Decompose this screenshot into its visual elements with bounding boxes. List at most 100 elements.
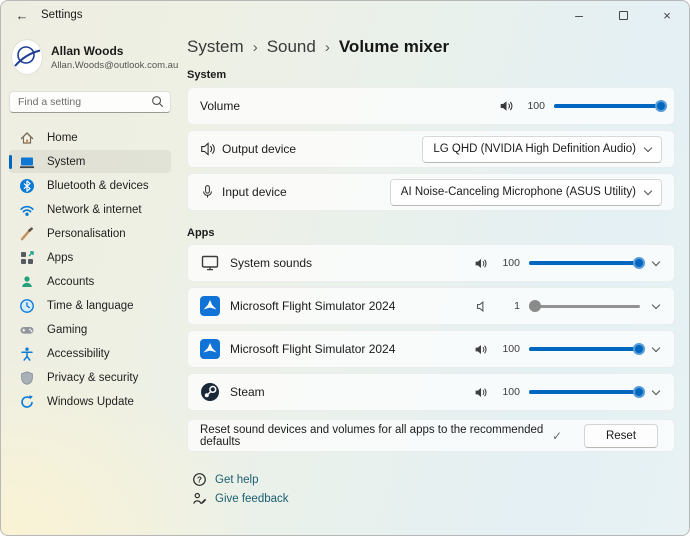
sidebar-item[interactable]: Network & internet <box>9 198 171 221</box>
maximize-button[interactable] <box>601 1 645 29</box>
breadcrumb-sound[interactable]: Sound <box>267 37 316 57</box>
app-mute-toggle[interactable] <box>470 386 492 399</box>
expand-chevron-icon[interactable] <box>652 386 660 394</box>
sidebar-item-label: Windows Update <box>47 396 134 408</box>
sidebar-item[interactable]: Accounts <box>9 270 171 293</box>
reset-row: Reset sound devices and volumes for all … <box>187 419 675 452</box>
app-name: Microsoft Flight Simulator 2024 <box>230 299 470 313</box>
brush-icon <box>19 226 35 242</box>
footer-link[interactable]: Give feedback <box>191 489 675 508</box>
sidebar-item-label: Time & language <box>47 300 134 312</box>
slider-fill <box>554 104 662 108</box>
search-input[interactable] <box>9 91 171 113</box>
gamepad-icon <box>19 322 35 338</box>
apps-list: System sounds 100 <box>187 244 675 411</box>
sidebar-item[interactable]: Gaming <box>9 318 171 341</box>
sidebar-item[interactable]: System <box>9 150 171 173</box>
app-mute-toggle[interactable] <box>470 343 492 356</box>
settings-window: ← Settings – × Allan Woods Allan.Woods@o… <box>0 0 690 536</box>
slider-thumb[interactable] <box>633 257 645 269</box>
sidebar-item-label: Privacy & security <box>47 372 138 384</box>
volume-label: Volume <box>200 99 495 113</box>
sidebar-item[interactable]: Bluetooth & devices <box>9 174 171 197</box>
slider-rail <box>529 305 640 308</box>
apps-section-label: Apps <box>187 227 675 239</box>
speaker-icon <box>474 343 488 356</box>
breadcrumb-system[interactable]: System <box>187 37 244 57</box>
sidebar-item-label: System <box>47 156 85 168</box>
slider-thumb[interactable] <box>633 343 645 355</box>
output-device-row: Output device LG QHD (NVIDIA High Defini… <box>187 130 675 168</box>
minimize-icon: – <box>575 10 583 20</box>
app-volume-value: 100 <box>496 343 520 355</box>
breadcrumb-separator-icon: › <box>325 39 330 56</box>
accessibility-icon <box>19 346 35 362</box>
bluetooth-icon <box>19 178 35 194</box>
sidebar-item-label: Gaming <box>47 324 87 336</box>
shield-icon <box>19 370 35 386</box>
footer-link[interactable]: ? Get help <box>191 470 675 489</box>
page-title: Volume mixer <box>339 37 449 57</box>
back-button[interactable]: ← <box>7 8 37 23</box>
volume-value: 100 <box>521 100 545 112</box>
footer-link-label: Give feedback <box>215 493 289 505</box>
sidebar-item[interactable]: Apps <box>9 246 171 269</box>
system-volume-row: Volume 100 <box>187 87 675 125</box>
get-help-icon: ? <box>192 472 207 487</box>
sidebar-item-label: Bluetooth & devices <box>47 180 149 192</box>
sidebar-item[interactable]: Time & language <box>9 294 171 317</box>
checkmark-icon: ✓ <box>552 429 562 443</box>
apps-grid-icon <box>19 250 35 266</box>
app-volume-slider[interactable] <box>529 385 640 399</box>
sidebar-item[interactable]: Accessibility <box>9 342 171 365</box>
speaker-icon <box>474 257 488 270</box>
search-icon[interactable] <box>151 95 164 113</box>
volume-slider[interactable] <box>554 99 662 113</box>
expand-chevron-icon[interactable] <box>652 300 660 308</box>
home-icon <box>19 130 35 146</box>
app-volume-slider[interactable] <box>529 256 640 270</box>
app-volume-row: Microsoft Flight Simulator 2024 1 <box>187 287 675 325</box>
sidebar-item[interactable]: Home <box>9 126 171 149</box>
system-icon <box>19 154 35 170</box>
chevron-down-icon <box>644 143 652 151</box>
app-volume-slider[interactable] <box>529 342 640 356</box>
user-account[interactable]: Allan Woods Allan.Woods@outlook.com.au <box>1 37 179 85</box>
microphone-icon <box>200 184 222 200</box>
chevron-down-icon <box>644 186 652 194</box>
app-volume-row: Steam 100 <box>187 373 675 411</box>
clock-icon <box>19 298 35 314</box>
expand-chevron-icon[interactable] <box>652 257 660 265</box>
slider-thumb[interactable] <box>633 386 645 398</box>
sidebar-item-label: Home <box>47 132 78 144</box>
back-arrow-icon: ← <box>16 8 29 23</box>
close-icon: × <box>663 8 671 23</box>
app-mute-toggle[interactable] <box>470 257 492 270</box>
reset-button[interactable]: Reset <box>584 424 658 448</box>
expand-chevron-icon[interactable] <box>652 343 660 351</box>
app-volume-slider[interactable] <box>529 299 640 313</box>
slider-thumb[interactable] <box>529 300 541 312</box>
avatar <box>11 39 43 75</box>
sidebar-item-label: Personalisation <box>47 228 126 240</box>
give-feedback-icon <box>192 491 207 506</box>
close-button[interactable]: × <box>645 1 689 29</box>
reset-description: Reset sound devices and volumes for all … <box>200 424 552 448</box>
sidebar-item-label: Accounts <box>47 276 94 288</box>
speaker-icon[interactable] <box>495 99 517 113</box>
sidebar-item[interactable]: Personalisation <box>9 222 171 245</box>
app-mute-toggle[interactable] <box>470 300 492 313</box>
output-device-dropdown[interactable]: LG QHD (NVIDIA High Definition Audio) <box>422 136 662 163</box>
sidebar-item[interactable]: Windows Update <box>9 390 171 413</box>
slider-fill <box>529 390 640 394</box>
sidebar-item[interactable]: Privacy & security <box>9 366 171 389</box>
output-device-label: Output device <box>222 142 422 156</box>
app-volume-value: 100 <box>496 257 520 269</box>
minimize-button[interactable]: – <box>557 1 601 29</box>
input-device-dropdown[interactable]: AI Noise-Canceling Microphone (ASUS Util… <box>390 179 662 206</box>
speaker-muted-icon <box>475 300 487 313</box>
sidebar: Allan Woods Allan.Woods@outlook.com.au <box>1 29 179 535</box>
input-device-value: AI Noise-Canceling Microphone (ASUS Util… <box>401 186 636 198</box>
slider-thumb[interactable] <box>655 100 667 112</box>
slider-fill <box>529 261 640 265</box>
